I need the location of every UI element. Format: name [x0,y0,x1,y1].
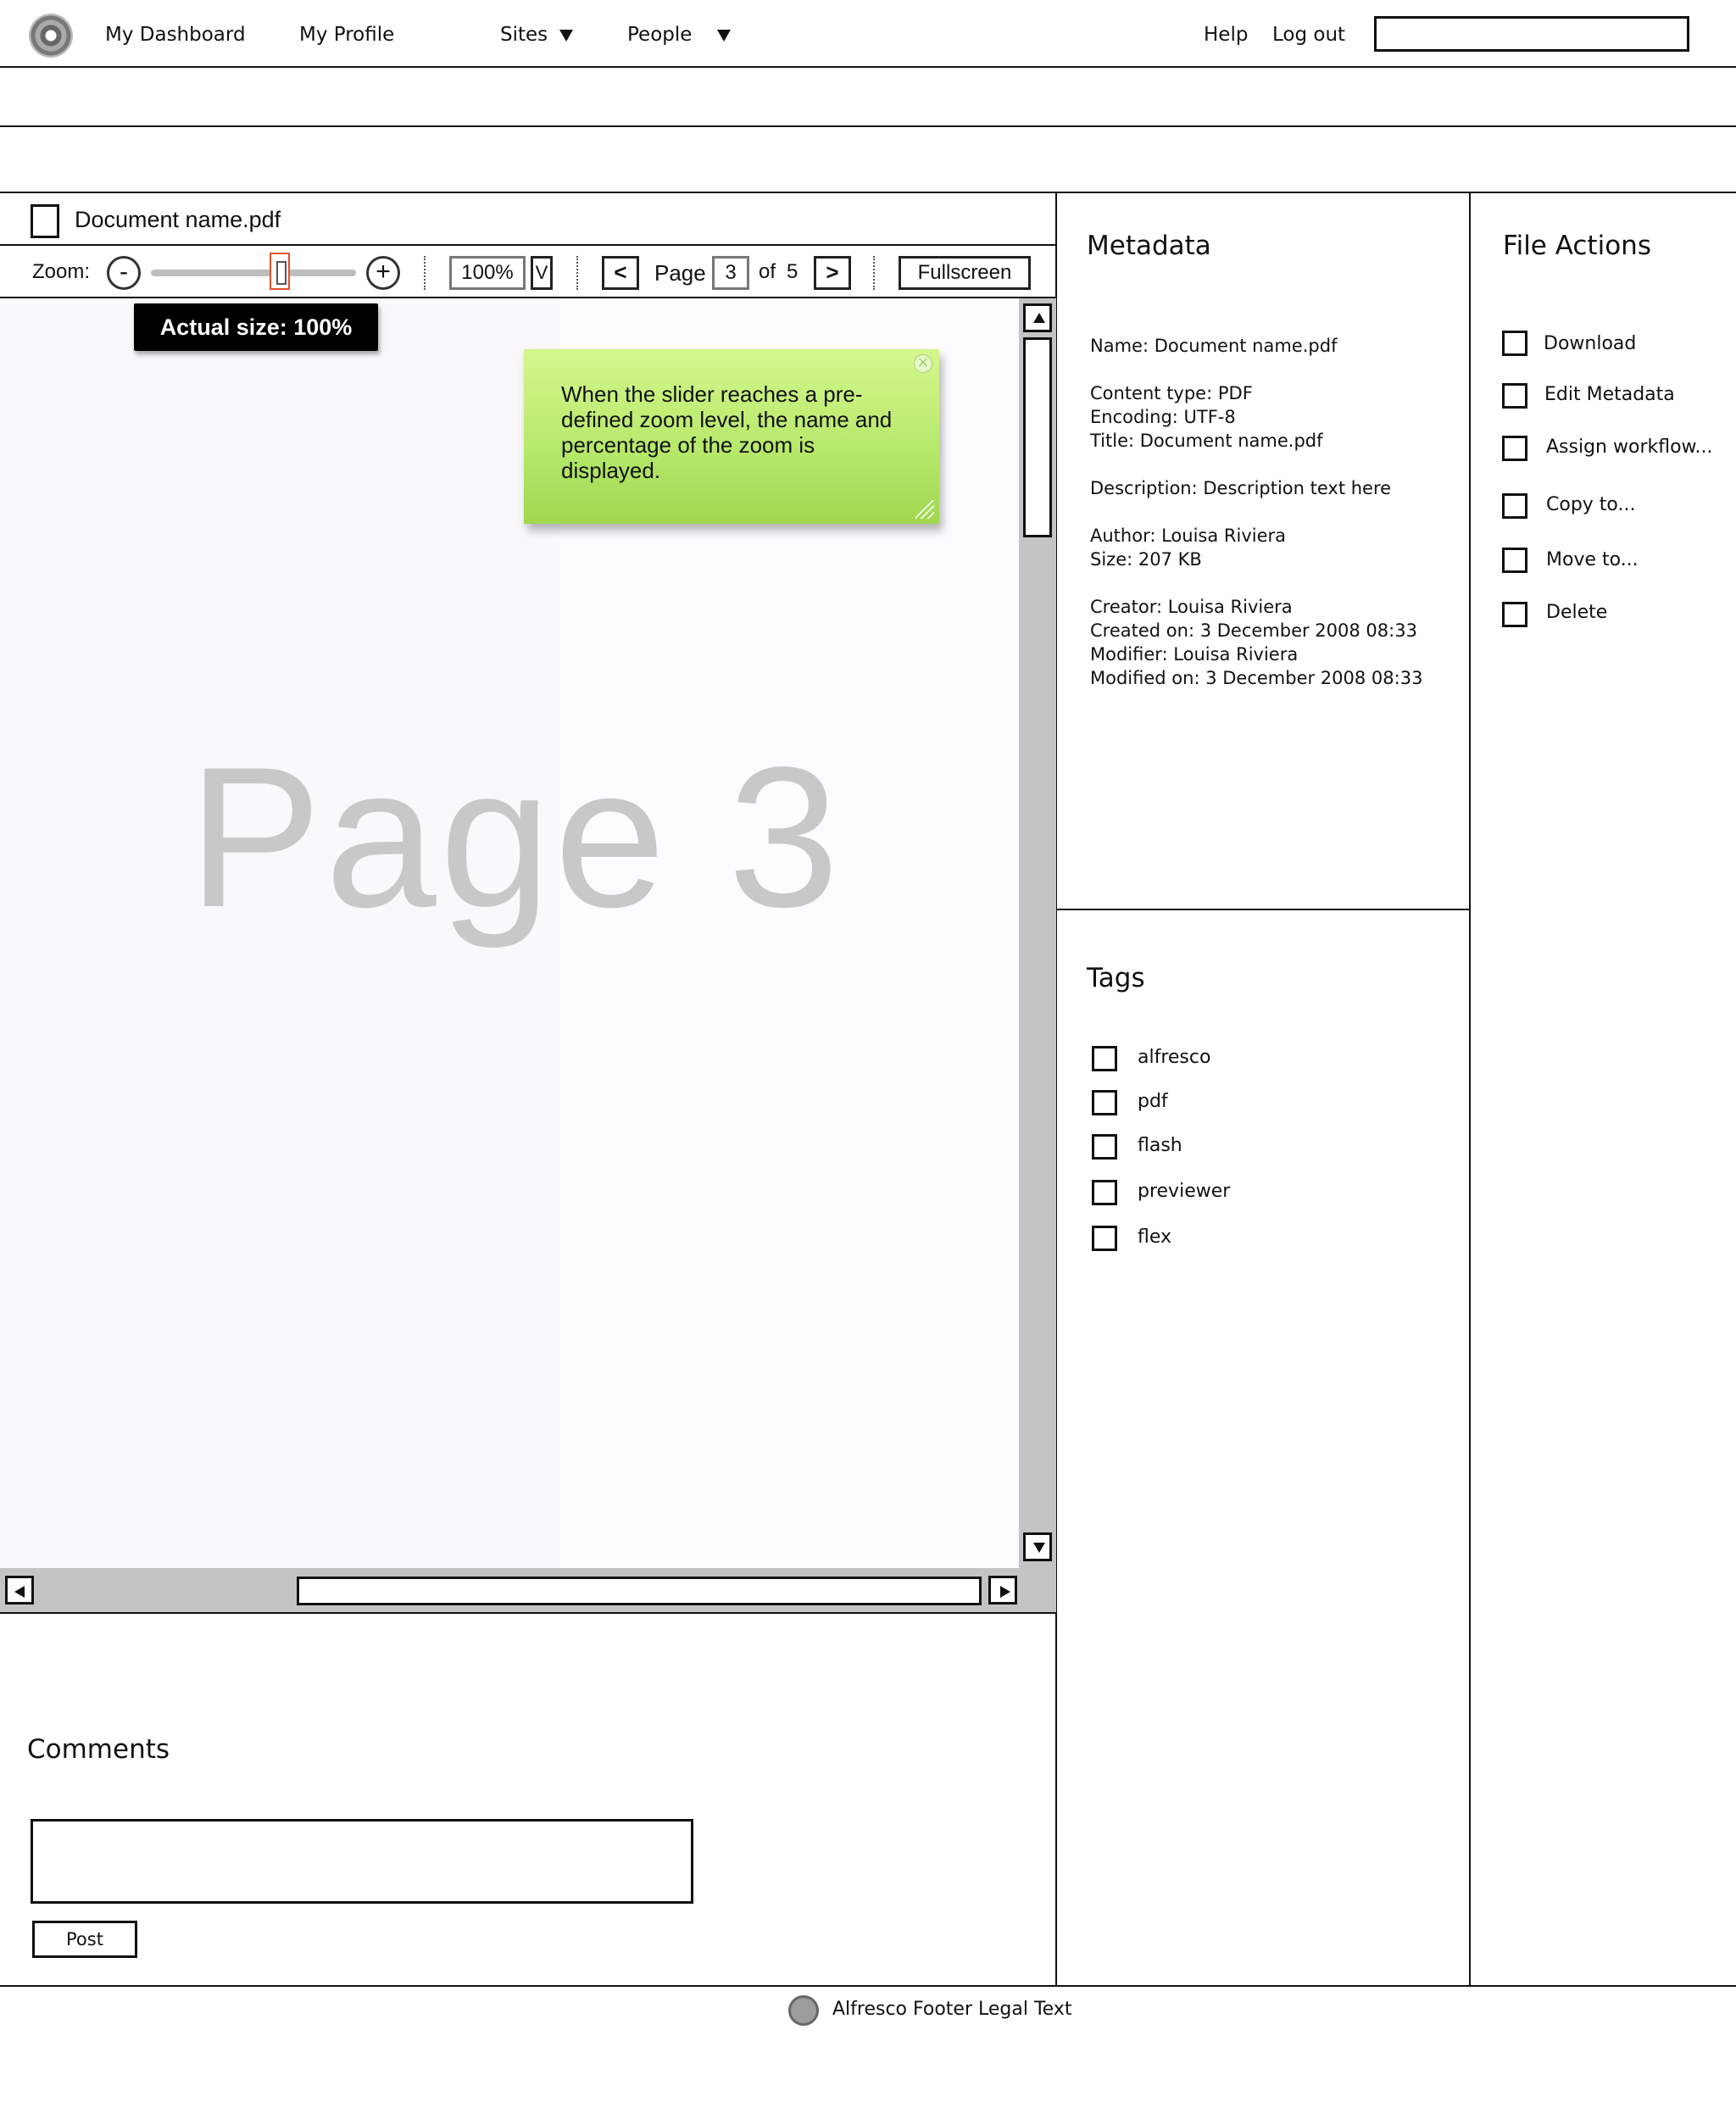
nav-people-menu[interactable]: People [627,24,732,46]
alfresco-footer-logo-icon [788,1995,819,2026]
nav-sites-label: Sites [500,24,548,46]
column-divider-right [1469,193,1471,1985]
zoom-tooltip: Actual size: 100% [134,303,378,351]
tag-checkbox[interactable] [1092,1226,1117,1251]
content-divider [0,192,1736,193]
nav-my-dashboard[interactable]: My Dashboard [105,24,246,46]
move-to-label[interactable]: Move to... [1546,549,1639,570]
next-page-button[interactable]: > [814,256,851,290]
post-comment-button[interactable]: Post [32,1921,137,1958]
tag-label[interactable]: previewer [1138,1181,1230,1202]
of-label: of [759,260,776,283]
scroll-right-button[interactable] [988,1576,1017,1605]
copy-to-label[interactable]: Copy to... [1546,494,1635,515]
nav-sites-menu[interactable]: Sites [500,24,574,46]
chevron-down-icon [559,29,574,42]
copy-to-checkbox[interactable] [1502,493,1527,519]
delete-checkbox[interactable] [1502,602,1527,627]
toolbar-divider [0,125,1736,127]
arrow-right-icon [1000,1586,1010,1598]
page-label: Page [654,260,706,286]
resize-handle-icon[interactable] [915,500,934,519]
metadata-creator: Creator: Louisa Riviera [1090,597,1293,617]
edit-metadata-label[interactable]: Edit Metadata [1544,384,1675,405]
document-title: Document name.pdf [75,207,281,232]
horizontal-scrollbar[interactable] [0,1568,1056,1612]
tag-label[interactable]: flash [1138,1135,1182,1156]
viewer-bottom-divider [0,1612,1056,1614]
tag-checkbox[interactable] [1092,1090,1117,1115]
chevron-down-icon [717,29,732,42]
arrow-left-icon [14,1586,25,1598]
file-actions-title: File Actions [1503,231,1651,261]
tag-label[interactable]: pdf [1138,1091,1168,1112]
download-label[interactable]: Download [1544,333,1636,354]
move-to-checkbox[interactable] [1502,548,1527,573]
document-select-checkbox[interactable] [31,204,59,238]
metadata-description: Description: Description text here [1090,478,1392,498]
zoom-out-button[interactable]: - [107,256,141,290]
zoom-label: Zoom: [32,260,91,283]
zoom-dropdown-button[interactable]: V [531,256,553,290]
footer-legal-text: Alfresco Footer Legal Text [832,1999,1072,2020]
nav-log-out[interactable]: Log out [1272,24,1345,46]
nav-help[interactable]: Help [1204,24,1248,46]
metadata-modified-on: Modified on: 3 December 2008 08:33 [1090,668,1423,688]
tag-label[interactable]: flex [1138,1226,1171,1248]
header-divider [0,66,1736,68]
metadata-content-type: Content type: PDF [1090,383,1253,403]
scroll-left-button[interactable] [5,1576,34,1605]
fullscreen-button[interactable]: Fullscreen [899,256,1031,290]
comments-title: Comments [27,1734,170,1765]
toolbar-separator [873,256,875,290]
scroll-down-button[interactable] [1023,1532,1052,1561]
alfresco-logo-icon[interactable] [29,14,73,58]
metadata-title: Metadata [1087,231,1211,261]
vertical-scrollbar[interactable] [1019,298,1056,1568]
page-content-text: Page 3 [188,726,843,949]
arrow-up-icon [1033,313,1045,323]
zoom-slider-handle[interactable] [270,253,290,290]
tags-title: Tags [1087,963,1145,993]
comment-input[interactable] [31,1819,693,1904]
annotation-note-text: When the slider reaches a pre-defined zo… [561,381,893,483]
tag-checkbox[interactable] [1092,1134,1117,1160]
vertical-scroll-thumb[interactable] [1023,337,1052,537]
metadata-created-on: Created on: 3 December 2008 08:33 [1090,620,1417,641]
metadata-encoding: Encoding: UTF-8 [1090,407,1236,427]
nav-people-label: People [627,24,693,46]
toolbar-separator [576,256,578,290]
assign-workflow-checkbox[interactable] [1502,436,1527,461]
metadata-name: Name: Document name.pdf [1090,336,1338,356]
footer-divider [0,1985,1736,1987]
assign-workflow-label[interactable]: Assign workflow... [1546,437,1713,458]
page-number-input[interactable]: 3 [712,256,749,290]
tag-label[interactable]: alfresco [1138,1047,1210,1068]
zoom-in-button[interactable]: + [366,256,400,290]
tag-checkbox[interactable] [1092,1046,1117,1071]
edit-metadata-checkbox[interactable] [1502,383,1527,409]
download-checkbox[interactable] [1502,331,1527,356]
metadata-author: Author: Louisa Riviera [1090,526,1286,546]
zoom-value-input[interactable]: 100% [449,256,526,290]
arrow-down-icon [1033,1543,1045,1553]
previous-page-button[interactable]: < [602,256,639,290]
metadata-divider [1056,909,1470,910]
nav-my-profile[interactable]: My Profile [299,24,394,46]
doc-header-divider [0,244,1056,246]
delete-label[interactable]: Delete [1546,602,1607,623]
tag-checkbox[interactable] [1092,1180,1117,1205]
page-total: 5 [787,260,798,283]
metadata-modifier: Modifier: Louisa Riviera [1090,644,1299,665]
metadata-title-field: Title: Document name.pdf [1090,431,1323,451]
close-icon[interactable]: × [914,354,932,373]
scroll-up-button[interactable] [1023,303,1052,332]
search-input[interactable] [1374,16,1689,52]
zoom-slider-track[interactable] [151,270,356,276]
toolbar-separator [424,256,426,290]
horizontal-scroll-thumb[interactable] [297,1577,982,1605]
metadata-size: Size: 207 KB [1090,549,1202,570]
annotation-note: × When the slider reaches a pre-defined … [524,349,939,524]
